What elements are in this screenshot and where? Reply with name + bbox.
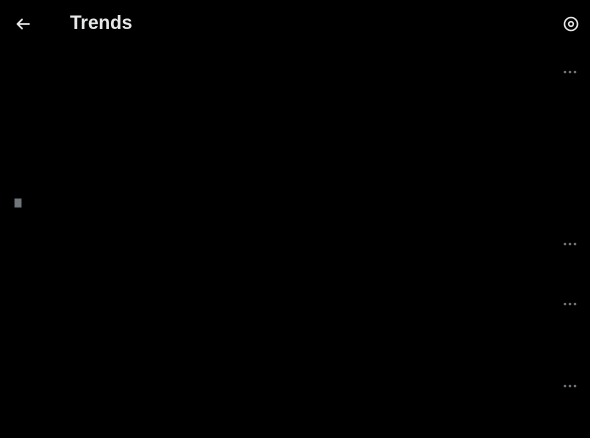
- trend-item[interactable]: [0, 56, 590, 128]
- promoted-icon: [14, 195, 22, 208]
- settings-button[interactable]: [559, 12, 583, 36]
- more-icon: [563, 302, 577, 306]
- trend-item[interactable]: [0, 228, 590, 278]
- page-title: Trends: [70, 13, 133, 34]
- trend-item[interactable]: [0, 370, 590, 438]
- more-icon: [563, 384, 577, 388]
- trend-item[interactable]: [0, 288, 590, 360]
- back-button[interactable]: [11, 12, 35, 36]
- trend-more-button[interactable]: [560, 294, 580, 314]
- gear-icon: [563, 16, 579, 32]
- trend-more-button[interactable]: [560, 62, 580, 82]
- trend-more-button[interactable]: [560, 234, 580, 254]
- more-icon: [563, 242, 577, 246]
- promoted-trend-item[interactable]: [0, 138, 590, 218]
- app-header: Trends: [0, 0, 590, 48]
- arrow-left-icon: [16, 18, 30, 30]
- more-icon: [563, 70, 577, 74]
- trend-more-button[interactable]: [560, 376, 580, 396]
